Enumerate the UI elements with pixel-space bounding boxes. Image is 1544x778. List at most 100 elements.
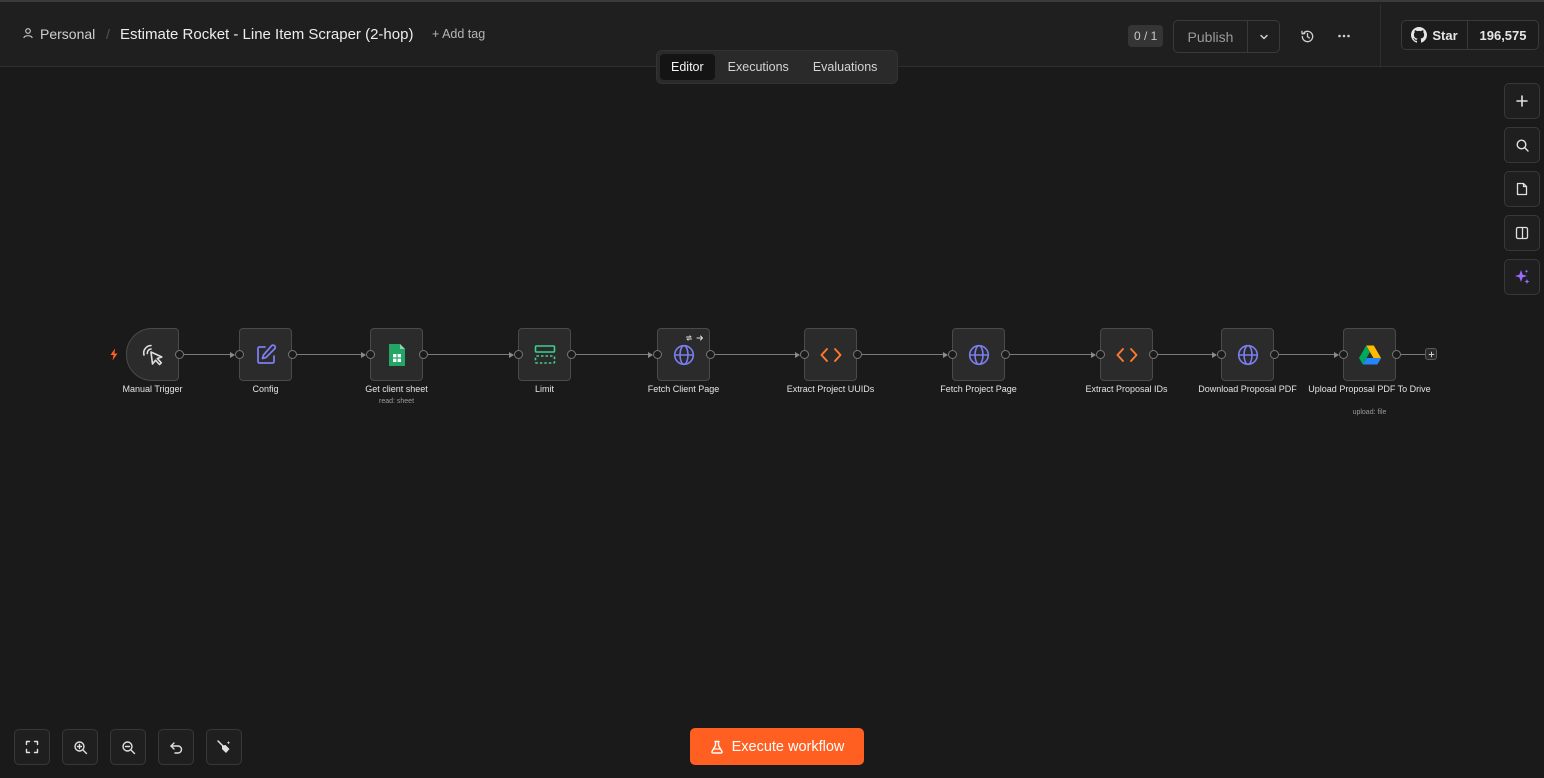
retry-indicator-icon: [686, 335, 692, 341]
input-handle[interactable]: [653, 350, 662, 359]
node-extract-project-uuids[interactable]: [804, 328, 857, 381]
output-handle[interactable]: [1391, 350, 1401, 359]
node-get-client-sheet[interactable]: [370, 328, 423, 381]
zoom-in-icon: [73, 740, 87, 754]
node-manual-trigger[interactable]: [126, 328, 179, 381]
plus-icon: [1516, 95, 1528, 107]
input-handle[interactable]: [366, 350, 375, 359]
node-limit[interactable]: [518, 328, 571, 381]
tab-evaluations[interactable]: Evaluations: [802, 54, 889, 80]
connection-line: [183, 354, 234, 356]
output-handle[interactable]: [174, 350, 184, 359]
zoom-out-icon: [121, 740, 135, 754]
node-label: Config: [252, 384, 279, 394]
view-tabs: Editor Executions Evaluations: [656, 50, 898, 84]
node-fetch-client-page[interactable]: [657, 328, 710, 381]
publish-button[interactable]: Publish: [1174, 21, 1248, 52]
input-handle[interactable]: [800, 350, 809, 359]
history-button[interactable]: [1297, 26, 1317, 46]
workflow-title[interactable]: Estimate Rocket - Line Item Scraper (2-h…: [120, 26, 413, 43]
sticky-note-icon: [1516, 182, 1528, 196]
panel-icon: [1515, 226, 1529, 240]
connection-line: [574, 354, 652, 356]
zoom-in-button[interactable]: [62, 729, 98, 765]
input-handle[interactable]: [514, 350, 523, 359]
output-handle[interactable]: [1148, 350, 1158, 359]
connection-line: [1156, 354, 1216, 356]
connection-line: [713, 354, 799, 356]
input-handle[interactable]: [1339, 350, 1348, 359]
zoom-to-fit-button[interactable]: [14, 729, 50, 765]
chevron-down-icon: [1259, 34, 1268, 39]
more-options-button[interactable]: [1334, 26, 1354, 46]
output-handle[interactable]: [287, 350, 297, 359]
output-handle[interactable]: [852, 350, 862, 359]
node-fetch-project-page[interactable]: [952, 328, 1005, 381]
node-label: Fetch Project Page: [940, 384, 1017, 394]
node-label: Upload Proposal PDF To Drive: [1308, 384, 1431, 394]
ai-assistant-button[interactable]: [1504, 259, 1540, 295]
node-label: Extract Proposal IDs: [1085, 384, 1168, 394]
node-extract-proposal-ids[interactable]: [1100, 328, 1153, 381]
google-drive-icon: [1358, 345, 1381, 364]
fit-view-icon: [25, 740, 39, 754]
publish-group: Publish: [1173, 20, 1280, 53]
github-star-button[interactable]: Star: [1402, 21, 1468, 49]
execute-workflow-button[interactable]: Execute workflow: [690, 728, 864, 765]
sparkles-icon: [1515, 269, 1530, 284]
input-handle[interactable]: [1217, 350, 1226, 359]
google-sheets-icon: [388, 343, 405, 366]
github-icon: [1411, 27, 1428, 43]
output-handle[interactable]: [705, 350, 715, 359]
node-subtitle: upload: file: [1352, 409, 1387, 416]
toggle-panel-button[interactable]: [1504, 215, 1540, 251]
edit-icon: [256, 343, 276, 364]
node-label: Fetch Client Page: [647, 384, 720, 394]
breadcrumb-project[interactable]: Personal: [22, 26, 95, 42]
tab-executions[interactable]: Executions: [717, 54, 800, 80]
sticky-note-button[interactable]: [1504, 171, 1540, 207]
output-handle[interactable]: [1000, 350, 1010, 359]
globe-icon: [968, 344, 989, 365]
node-download-proposal-pdf[interactable]: [1221, 328, 1274, 381]
output-handle[interactable]: [566, 350, 576, 359]
zoom-out-button[interactable]: [110, 729, 146, 765]
node-config[interactable]: [239, 328, 292, 381]
version-counter: 0 / 1: [1128, 25, 1164, 47]
add-node-button[interactable]: [1504, 83, 1540, 119]
input-handle[interactable]: [948, 350, 957, 359]
output-handle[interactable]: [1269, 350, 1279, 359]
tab-editor[interactable]: Editor: [660, 54, 715, 80]
github-star-widget: Star 196,575: [1401, 20, 1539, 50]
node-upload-proposal-pdf-to-drive[interactable]: [1343, 328, 1396, 381]
workflow-canvas[interactable]: [0, 67, 1544, 778]
breadcrumb-separator: /: [106, 26, 110, 42]
input-handle[interactable]: [235, 350, 244, 359]
add-tag-button[interactable]: + Add tag: [432, 27, 485, 41]
connection-line: [1400, 354, 1426, 356]
continue-on-fail-icon: [696, 335, 703, 341]
flask-icon: [710, 740, 723, 754]
append-node-button[interactable]: [1425, 348, 1437, 360]
node-label: Download Proposal PDF: [1198, 384, 1297, 394]
limit-icon: [534, 344, 555, 364]
more-horizontal-icon: [1338, 34, 1350, 38]
search-icon: [1515, 138, 1529, 152]
connection-line: [861, 354, 947, 356]
connection-line: [1008, 354, 1095, 356]
github-star-count[interactable]: 196,575: [1468, 21, 1538, 49]
project-name: Personal: [40, 26, 96, 42]
header-divider: [1380, 4, 1381, 68]
undo-button[interactable]: [158, 729, 194, 765]
input-handle[interactable]: [1096, 350, 1105, 359]
execute-workflow-label: Execute workflow: [731, 738, 845, 755]
globe-icon: [1237, 344, 1258, 365]
github-star-label: Star: [1432, 27, 1458, 43]
search-nodes-button[interactable]: [1504, 127, 1540, 163]
tidy-up-button[interactable]: [206, 729, 242, 765]
publish-dropdown-button[interactable]: [1248, 21, 1279, 52]
globe-icon: [673, 344, 694, 365]
trigger-bolt-icon: [110, 348, 118, 361]
code-icon: [820, 347, 841, 362]
output-handle[interactable]: [418, 350, 428, 359]
